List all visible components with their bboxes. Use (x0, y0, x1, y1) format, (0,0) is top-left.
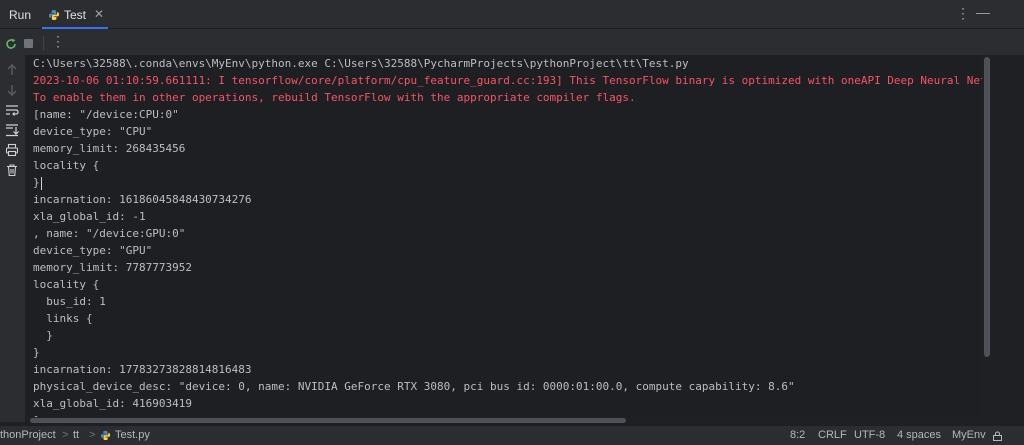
console-line-text: } (33, 176, 40, 189)
breadcrumb-file[interactable]: Test.py (115, 429, 150, 441)
console-line-error: 2023-10-06 01:10:59.661111: I tensorflow… (33, 74, 982, 87)
arrow-up-icon[interactable] (5, 63, 19, 77)
file-encoding[interactable]: UTF-8 (854, 429, 885, 441)
caret-position[interactable]: 8:2 (790, 429, 805, 441)
stop-icon[interactable] (24, 39, 33, 48)
status-bar: thonProject > tt > Test.py 8:2 CRLF UTF-… (0, 425, 1024, 445)
tab-label: Test (64, 8, 87, 22)
toolbar-divider (43, 36, 44, 50)
line-ending[interactable]: CRLF (818, 429, 847, 441)
run-tool-window-title: Run (9, 8, 32, 22)
console-line: ] (33, 412, 40, 417)
soft-wrap-icon[interactable] (5, 103, 19, 117)
horizontal-scrollbar[interactable] (30, 418, 626, 423)
indent-setting[interactable]: 4 spaces (897, 429, 941, 441)
rerun-icon[interactable] (4, 37, 18, 51)
console-line: locality { (33, 278, 100, 291)
scroll-to-end-icon[interactable] (5, 123, 19, 137)
console-line: xla_global_id: 416903419 (33, 397, 192, 410)
console-line: device_type: "CPU" (33, 125, 153, 138)
console-line: C:\Users\32588\.conda\envs\MyEnv\python.… (33, 57, 689, 70)
console-line: [name: "/device:CPU:0" (33, 108, 179, 121)
arrow-down-icon[interactable] (5, 83, 19, 97)
breadcrumb-separator: > (89, 429, 96, 441)
console-line: memory_limit: 268435456 (33, 142, 186, 155)
run-tool-window-header: Run Test ✕ ⋮ — (0, 0, 1024, 29)
console-line-error: To enable them in other operations, rebu… (33, 91, 636, 104)
console-line: xla_global_id: -1 (33, 210, 146, 223)
more-actions-icon[interactable]: ⋮ (51, 34, 65, 48)
python-interpreter[interactable]: MyEnv (952, 429, 986, 441)
minimize-icon[interactable]: — (976, 4, 990, 20)
vertical-scrollbar[interactable] (984, 57, 990, 357)
python-file-icon (100, 430, 111, 441)
console-output[interactable]: C:\Users\32588\.conda\envs\MyEnv\python.… (26, 55, 982, 417)
trash-icon[interactable] (5, 163, 19, 177)
console-line: physical_device_desc: "device: 0, name: … (33, 380, 795, 393)
tab-test[interactable]: Test ✕ (42, 0, 108, 29)
console-line: device_type: "GPU" (33, 244, 153, 257)
print-icon[interactable] (5, 143, 19, 157)
python-file-icon (49, 10, 59, 20)
breadcrumb-separator: > (62, 429, 69, 441)
console-line: locality { (33, 159, 100, 172)
console-line: , name: "/device:GPU:0" (33, 227, 186, 240)
more-options-icon[interactable]: ⋮ (956, 5, 970, 22)
breadcrumb-project[interactable]: thonProject (0, 429, 56, 441)
console-line: links { (33, 312, 93, 325)
run-toolbar (0, 29, 1024, 55)
console-side-toolbar (0, 55, 26, 422)
breadcrumb-folder[interactable]: tt (73, 429, 79, 441)
text-caret (40, 176, 42, 190)
lock-icon[interactable] (992, 431, 1003, 441)
close-icon[interactable]: ✕ (94, 7, 104, 21)
console-line: incarnation: 16186045848430734276 (33, 193, 252, 206)
console-line: bus_id: 1 (33, 295, 106, 308)
console-line: memory_limit: 7787773952 (33, 261, 192, 274)
console-line-with-caret: } (33, 174, 42, 191)
console-line: incarnation: 17783273828814816483 (33, 363, 252, 376)
console-line: } (33, 329, 53, 342)
console-line: } (33, 346, 40, 359)
